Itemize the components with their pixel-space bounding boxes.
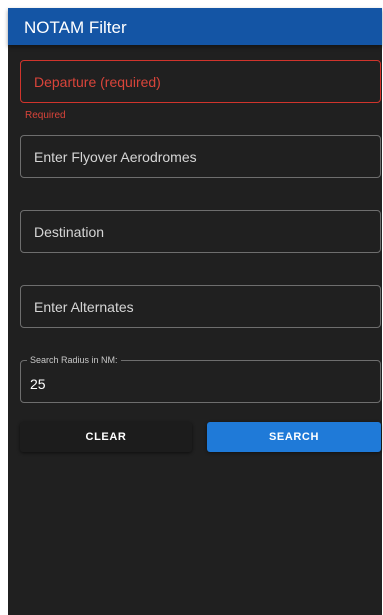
alternates-field[interactable]: Enter Alternates xyxy=(20,285,381,328)
app-bar: NOTAM Filter xyxy=(8,8,382,45)
notam-filter-screen: NOTAM Filter Departure (required) Requir… xyxy=(8,8,382,615)
search-radius-value: 25 xyxy=(30,376,46,392)
search-radius-label: Search Radius in NM: xyxy=(27,354,121,366)
search-radius-field[interactable]: Search Radius in NM: 25 xyxy=(20,354,381,403)
clear-button[interactable]: CLEAR xyxy=(20,422,192,452)
departure-helper-text: Required xyxy=(25,110,66,121)
search-button[interactable]: SEARCH xyxy=(207,422,381,452)
destination-placeholder: Destination xyxy=(34,224,105,240)
departure-placeholder: Departure (required) xyxy=(34,74,161,90)
flyover-placeholder: Enter Flyover Aerodromes xyxy=(34,149,197,165)
alternates-placeholder: Enter Alternates xyxy=(34,299,134,315)
flyover-aerodromes-field[interactable]: Enter Flyover Aerodromes xyxy=(20,135,381,178)
destination-field[interactable]: Destination xyxy=(20,210,381,253)
page-title: NOTAM Filter xyxy=(24,18,127,37)
departure-field[interactable]: Departure (required) xyxy=(20,60,381,103)
